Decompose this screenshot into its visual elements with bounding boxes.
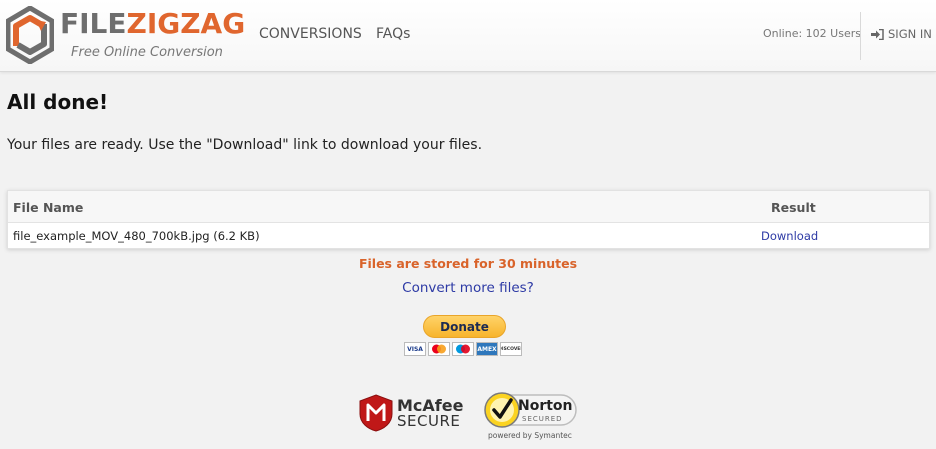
nav-conversions[interactable]: CONVERSIONS — [259, 26, 362, 42]
logo-zigzag-text: ZIGZAG — [126, 7, 246, 40]
storage-notice: Files are stored for 30 minutes — [358, 256, 578, 271]
online-users-count: Online: 102 Users — [763, 27, 861, 40]
column-header-file-name: File Name — [13, 200, 84, 215]
result-file-name: file_example_MOV_480_700kB.jpg (6.2 KB) — [13, 229, 260, 243]
logo-file-text: FILE — [60, 7, 127, 40]
payment-cards: VISA AMEX DISCOVER — [404, 342, 522, 356]
mcafee-secure-label: SECURE — [397, 411, 461, 430]
download-link[interactable]: Download — [761, 229, 818, 243]
column-header-result: Result — [771, 200, 816, 215]
page-subtitle: Your files are ready. Use the "Download"… — [7, 137, 483, 153]
discover-card-icon: DISCOVER — [500, 342, 522, 356]
nav-faqs[interactable]: FAQs — [376, 26, 410, 42]
site-header: FILEZIGZAG Free Online Conversion CONVER… — [0, 0, 936, 72]
filezigzag-logo-icon[interactable] — [6, 6, 54, 64]
page-title: All done! — [7, 90, 109, 114]
norton-powered-by: powered by Symantec — [488, 431, 572, 440]
logo-tagline: Free Online Conversion — [71, 45, 223, 60]
results-table-header: File Name Result — [8, 191, 929, 223]
amex-card-icon: AMEX — [476, 342, 498, 356]
sign-in-label: SIGN IN — [888, 27, 932, 41]
sign-in-icon — [871, 28, 884, 40]
norton-secured-label: SECURED — [522, 415, 563, 423]
mcafee-secure-badge[interactable]: McAfee SECURE — [359, 394, 463, 432]
mcafee-shield-icon — [359, 394, 393, 432]
header-divider — [860, 12, 861, 60]
sign-in-link[interactable]: SIGN IN — [871, 27, 932, 41]
convert-more-link[interactable]: Convert more files? — [0, 280, 936, 296]
donate-button[interactable]: Donate — [423, 315, 506, 338]
norton-name: Norton — [518, 398, 573, 414]
visa-card-icon: VISA — [404, 342, 426, 356]
logo-wordmark[interactable]: FILEZIGZAG — [60, 10, 245, 38]
norton-secured-badge[interactable]: Norton SECURED powered by Symantec — [484, 390, 579, 442]
mastercard-icon — [428, 342, 450, 356]
maestro-card-icon — [452, 342, 474, 356]
results-table: File Name Result file_example_MOV_480_70… — [7, 190, 930, 249]
